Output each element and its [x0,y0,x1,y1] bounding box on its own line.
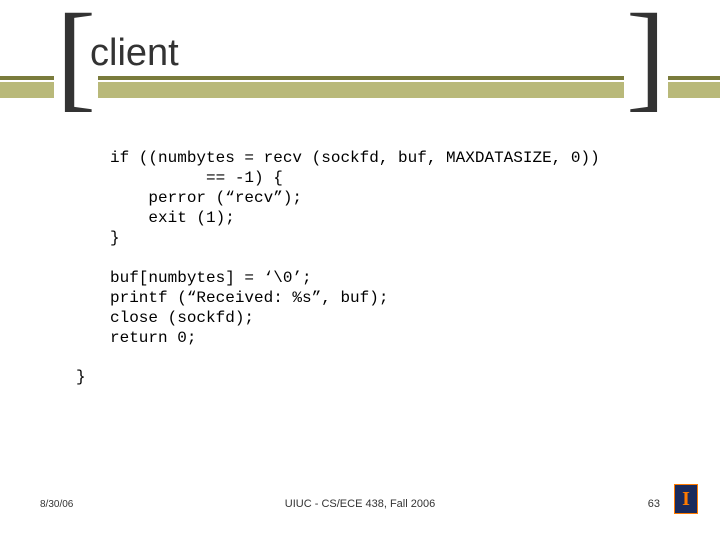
slide-title: client [90,32,187,75]
footer-date: 8/30/06 [40,499,73,510]
footer: 8/30/06 UIUC - CS/ECE 438, Fall 2006 63 … [0,490,720,510]
stripe-top [0,76,720,80]
bracket-right-icon: ] [624,0,668,116]
stripe-bottom [0,82,720,98]
footer-center: UIUC - CS/ECE 438, Fall 2006 [285,498,435,510]
logo-letter: I [682,488,690,511]
title-header: [ client ] [0,36,720,106]
footer-page: 63 [648,498,660,510]
uiuc-logo-icon: I [674,484,698,514]
code-block: if ((numbytes = recv (sockfd, buf, MAXDA… [110,148,600,348]
closing-brace: } [76,368,86,386]
